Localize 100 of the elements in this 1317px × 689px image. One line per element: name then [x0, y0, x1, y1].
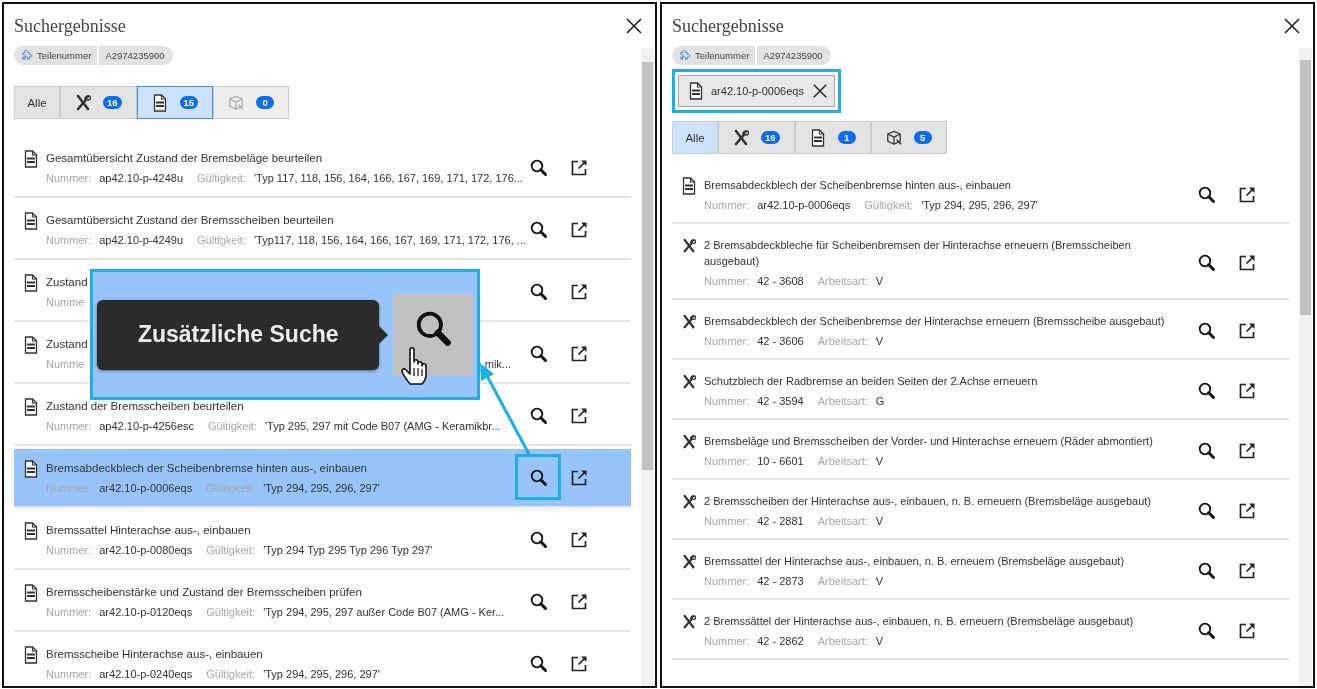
field-label: Numme	[46, 296, 85, 308]
field-label: Gültigkeit:	[206, 606, 256, 618]
tools-icon	[75, 93, 91, 112]
search-icon	[528, 653, 548, 673]
field-label: Nummer:	[704, 275, 750, 287]
field-label: Gültigkeit:	[206, 668, 256, 680]
field-value: mik...	[484, 358, 511, 370]
search-icon	[528, 467, 548, 487]
scrollbar[interactable]	[641, 48, 654, 686]
search-icon	[1196, 380, 1216, 400]
field-label: Nummer:	[46, 606, 92, 618]
tools-icon	[682, 373, 696, 391]
result-title: Gesamtübersicht Zustand der Bremsbeläge beurteilen	[46, 151, 323, 166]
result-title: Bremsabdeckblech der Scheibenbremse der Hinterachse erneuern (Bremsscheibe ausgebaut)	[704, 314, 1165, 329]
close-button[interactable]	[625, 17, 643, 35]
result-title: Bremssattel Hinterachse aus-, einbauen	[46, 523, 251, 538]
field-value: V	[875, 635, 884, 647]
result-title: Schutzblech der Radbremse an beiden Seiten der 2.Achse erneuern	[704, 374, 1038, 389]
field-value: V	[875, 275, 884, 287]
document-icon	[24, 336, 38, 354]
field-value: V	[875, 335, 884, 347]
field-value: 'Typ 117, 118, 156, 164, 166, 167, 169, 171, 172, 176...	[253, 172, 523, 184]
close-button[interactable]	[1283, 17, 1301, 35]
field-value: V	[875, 575, 884, 587]
result-title: Bremssattel der Hinterachse aus-, einbauen, n. B. erneuern (Bremsbeläge ausgebaut)	[704, 554, 1125, 569]
field-label: Nummer:	[46, 668, 92, 680]
field-label: Gültigkeit:	[206, 544, 256, 556]
scrollbar[interactable]	[1299, 48, 1312, 686]
field-value: ap42.10-p-4249u	[99, 234, 184, 246]
field-value: 10 - 6601	[757, 455, 804, 467]
tools-icon	[682, 237, 696, 255]
search-icon	[1196, 440, 1216, 460]
filter-tab[interactable]: Alle	[14, 86, 60, 119]
remove-filter-button[interactable]	[811, 83, 828, 99]
search-icon	[1196, 620, 1216, 640]
document-icon	[24, 646, 38, 664]
panel-title: Suchergebnisse	[14, 15, 126, 37]
result-title: 2 Bremssättel der Hinterachse aus-, einbauen, n. B. erneuern (Bremsbeläge ausgebaut)	[704, 614, 1134, 629]
field-label: Nummer:	[704, 395, 750, 407]
tooltip-text: Zusätzliche Suche	[137, 321, 339, 348]
result-title: Bremsscheibe Hinterachse aus-, einbauen	[46, 647, 263, 662]
document-icon	[809, 128, 826, 147]
result-title: Gesamtübersicht Zustand der Bremsscheiben beurteilen	[46, 213, 334, 228]
field-value: 'Typ 294, 295, 296, 297'	[263, 668, 380, 680]
chip-label: Teilenummer	[695, 50, 750, 61]
box-icon	[885, 128, 902, 147]
search-icon	[528, 343, 548, 363]
tools-icon	[682, 433, 696, 451]
count-badge: 0	[256, 96, 275, 109]
field-label: Gültigkeit:	[864, 199, 914, 211]
tools-icon	[733, 128, 749, 147]
field-label: Nummer:	[704, 335, 750, 347]
puzzle-icon	[678, 49, 691, 62]
count-badge: 16	[761, 131, 780, 144]
search-icon	[528, 281, 548, 301]
document-icon	[151, 93, 168, 112]
filter-tab[interactable]: 16	[60, 86, 137, 119]
field-label: Nummer:	[46, 420, 92, 432]
filter-tab[interactable]: 5	[870, 121, 947, 154]
close-icon	[811, 83, 828, 99]
search-button[interactable]	[515, 454, 561, 500]
document-icon	[689, 82, 703, 100]
tools-icon	[682, 553, 696, 571]
document-icon	[24, 584, 38, 602]
search-icon	[528, 219, 548, 239]
search-icon	[528, 529, 548, 549]
filter-tab[interactable]: 16	[718, 121, 795, 154]
field-label: Nummer:	[704, 515, 750, 527]
close-icon	[625, 17, 643, 35]
field-value: ar42.10-p-0120eqs	[99, 606, 193, 618]
field-value: 'Typ 294, 295, 297 außer Code B07 (AMG - Ker...	[263, 606, 505, 618]
result-title: 2 Bremsabdeckbleche für Scheibenbremsen der Hinterachse erneuern (Bremsscheiben ausgebaut)	[704, 238, 1132, 269]
filter-tab[interactable]: Alle	[672, 121, 718, 154]
search-icon	[1196, 320, 1216, 340]
chip-value: A2974235900	[762, 50, 824, 61]
count-badge: 5	[913, 131, 932, 144]
result-title: Zustand der Bremsscheiben beurteilen	[46, 399, 244, 414]
field-label: Nummer:	[46, 172, 92, 184]
count-badge: 15	[179, 96, 199, 109]
field-label: Arbeitsart:	[817, 455, 868, 467]
field-value: 42 - 2873	[757, 575, 804, 587]
result-title: Bremsscheibenstärke und Zustand der Bremsscheiben prüfen	[46, 585, 362, 600]
field-label: Arbeitsart:	[817, 395, 868, 407]
document-icon	[24, 398, 38, 416]
field-value: 42 - 2862	[757, 635, 804, 647]
result-title: Zustand	[46, 337, 88, 352]
panel-title: Suchergebnisse	[672, 15, 784, 37]
field-label: Gültigkeit:	[197, 234, 246, 246]
field-label: Numme	[46, 358, 85, 370]
result-row[interactable]: Bremsabdeckblech der Scheibenbremse hinten aus-, einbauen Nummer: ar42.10-p-0006eqs Gültigkeit: 'Typ 294, 295, 296, 297'	[14, 449, 631, 508]
field-label: Gültigkeit:	[206, 482, 256, 494]
search-icon	[528, 405, 548, 425]
search-icon	[528, 157, 548, 177]
field-value: ar42.10-p-0080eqs	[99, 544, 193, 556]
search-icon	[1196, 252, 1216, 272]
field-label: Arbeitsart:	[817, 275, 868, 287]
box-icon	[228, 93, 245, 112]
filter-tab[interactable]: 15	[136, 86, 214, 119]
filter-tab[interactable]: 1	[794, 121, 871, 154]
field-label: Nummer:	[704, 455, 750, 467]
